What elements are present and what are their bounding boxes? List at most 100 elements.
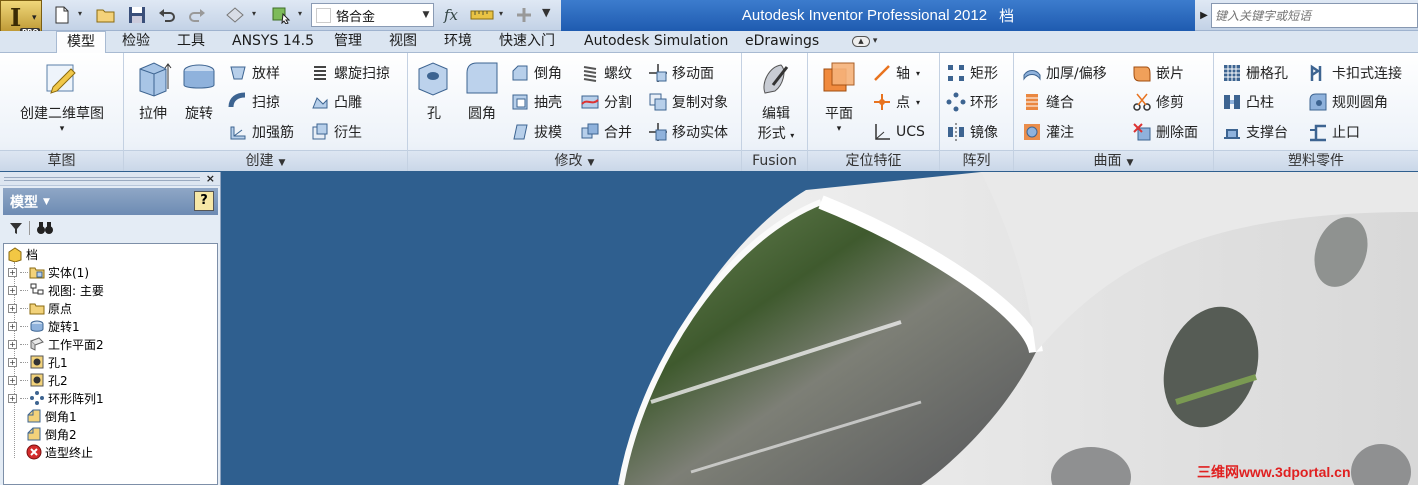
expand-search-icon[interactable]: ▶ [1197, 10, 1211, 21]
snap-fit-button[interactable]: 卡扣式连接 [1308, 61, 1402, 85]
chamfer-button[interactable]: 倒角 [510, 61, 562, 85]
graphics-viewport[interactable] [221, 172, 1418, 485]
expand-icon[interactable]: + [8, 375, 17, 385]
tree-node[interactable]: + 工作平面2 [8, 335, 104, 353]
open-file-icon[interactable] [93, 4, 119, 26]
stitch-button[interactable]: 缝合 [1022, 90, 1074, 114]
panel-work-features-label[interactable]: 定位特征 [808, 150, 939, 171]
material-select[interactable]: 铬合金 ▼ [311, 3, 434, 27]
thread-button[interactable]: 螺纹 [580, 61, 632, 85]
update-icon[interactable] [222, 4, 248, 26]
panel-sketch-label[interactable]: 草图 [0, 150, 123, 171]
thicken-offset-button[interactable]: 加厚/偏移 [1022, 61, 1107, 85]
browser-header[interactable]: 模型 ▼ ? [3, 188, 218, 215]
trim-button[interactable]: 修剪 [1132, 90, 1184, 114]
tree-node[interactable]: + 孔2 [8, 371, 68, 389]
select-filter-icon[interactable] [268, 4, 294, 26]
create-2d-sketch-button[interactable]: 创建二维草图 ▾ [8, 59, 116, 134]
expand-icon[interactable]: + [8, 267, 17, 277]
tree-root-part[interactable]: 档 [7, 245, 38, 263]
tree-node[interactable]: 倒角1 [26, 407, 77, 425]
tab-autodesk-simulation[interactable]: Autodesk Simulation [584, 31, 728, 53]
move-bodies-button[interactable]: 移动实体 [648, 120, 728, 144]
sweep-button[interactable]: 扫掠 [228, 90, 280, 114]
help-search-input[interactable] [1211, 3, 1418, 28]
ucs-button[interactable]: UCS [872, 120, 925, 144]
point-button[interactable]: 点 ▾ [872, 90, 920, 114]
save-icon[interactable] [124, 4, 150, 26]
new-file-icon[interactable] [50, 4, 74, 26]
tree-node[interactable]: 倒角2 [26, 425, 77, 443]
new-dropdown-icon[interactable]: ▾ [78, 9, 82, 18]
redo-icon[interactable] [184, 4, 210, 26]
add-icon[interactable] [512, 4, 536, 26]
split-button[interactable]: 分割 [580, 90, 632, 114]
extrude-button[interactable]: 拉伸 [130, 59, 176, 123]
hole-button[interactable]: 孔 [414, 59, 454, 123]
rib-button[interactable]: 加强筋 [228, 120, 294, 144]
draft-button[interactable]: 拔模 [510, 120, 562, 144]
revolve-button[interactable]: 旋转 [176, 59, 222, 123]
delete-face-button[interactable]: 删除面 [1132, 120, 1198, 144]
undo-icon[interactable] [154, 4, 180, 26]
browser-grip[interactable]: × [0, 172, 220, 186]
fillet-button[interactable]: 圆角 [460, 59, 504, 123]
move-face-button[interactable]: 移动面 [648, 61, 714, 85]
tree-node[interactable]: 造型终止 [26, 443, 93, 461]
filter-icon[interactable] [9, 221, 23, 235]
copy-object-button[interactable]: 复制对象 [648, 90, 728, 114]
tree-node[interactable]: + 实体(1) [8, 263, 89, 281]
tree-node[interactable]: + 环形阵列1 [8, 389, 104, 407]
circular-pattern-button[interactable]: 环形 [946, 90, 998, 114]
tab-manage[interactable]: 管理 [334, 31, 362, 53]
shell-button[interactable]: 抽壳 [510, 90, 562, 114]
panel-create-label[interactable]: 创建 ▼ [124, 150, 407, 171]
tab-get-started[interactable]: 快速入门 [499, 31, 555, 53]
expand-icon[interactable]: + [8, 339, 17, 349]
ribbon-display-toggle[interactable]: ▲ ▾ [852, 36, 886, 49]
emboss-button[interactable]: 凸雕 [310, 90, 362, 114]
expand-icon[interactable]: + [8, 321, 17, 331]
customize-toolbar-icon[interactable]: ▼ [542, 6, 550, 19]
tab-tools[interactable]: 工具 [177, 31, 205, 53]
panel-modify-label[interactable]: 修改 ▼ [408, 150, 741, 171]
lip-button[interactable]: 止口 [1308, 120, 1360, 144]
coil-button[interactable]: 螺旋扫掠 [310, 61, 390, 85]
edit-form-button[interactable]: 编辑 形式 ▾ [748, 59, 804, 143]
tab-inspect[interactable]: 检验 [122, 31, 150, 53]
derive-button[interactable]: 衍生 [310, 120, 362, 144]
sculpt-button[interactable]: 灌注 [1022, 120, 1074, 144]
axis-button[interactable]: 轴 ▾ [872, 61, 920, 85]
expand-icon[interactable]: + [8, 393, 17, 403]
tree-node[interactable]: + 视图: 主要 [8, 281, 104, 299]
find-binoculars-icon[interactable] [36, 221, 54, 235]
combine-button[interactable]: 合并 [580, 120, 632, 144]
tab-edrawings[interactable]: eDrawings [745, 31, 819, 53]
rectangular-pattern-button[interactable]: 矩形 [946, 61, 998, 85]
help-icon[interactable]: ? [194, 191, 214, 211]
tab-view[interactable]: 视图 [389, 31, 417, 53]
filter-dropdown-icon[interactable]: ▾ [298, 9, 302, 18]
expand-icon[interactable]: + [8, 285, 17, 295]
panel-plastic-part-label[interactable]: 塑料零件 [1214, 150, 1418, 171]
plane-button[interactable]: 平面 ▾ [814, 59, 864, 134]
tree-node[interactable]: + 孔1 [8, 353, 68, 371]
tab-environments[interactable]: 环境 [444, 31, 472, 53]
loft-button[interactable]: 放样 [228, 61, 280, 85]
mirror-button[interactable]: 镜像 [946, 120, 998, 144]
tab-ansys[interactable]: ANSYS 14.5 [232, 31, 314, 53]
expand-icon[interactable]: + [8, 303, 17, 313]
measure-dropdown-icon[interactable]: ▾ [499, 9, 503, 18]
close-icon[interactable]: × [206, 172, 215, 185]
update-dropdown-icon[interactable]: ▾ [252, 9, 256, 18]
tree-node[interactable]: + 原点 [8, 299, 72, 317]
expand-icon[interactable]: + [8, 357, 17, 367]
grill-button[interactable]: 栅格孔 [1222, 61, 1288, 85]
parameters-fx-icon[interactable]: fx [439, 4, 463, 26]
panel-pattern-label[interactable]: 阵列 [940, 150, 1013, 171]
tree-node[interactable]: + 旋转1 [8, 317, 80, 335]
rest-button[interactable]: 支撑台 [1222, 120, 1288, 144]
rule-fillet-button[interactable]: 规则圆角 [1308, 90, 1388, 114]
measure-icon[interactable] [468, 4, 496, 26]
panel-surface-label[interactable]: 曲面 ▼ [1014, 150, 1213, 171]
